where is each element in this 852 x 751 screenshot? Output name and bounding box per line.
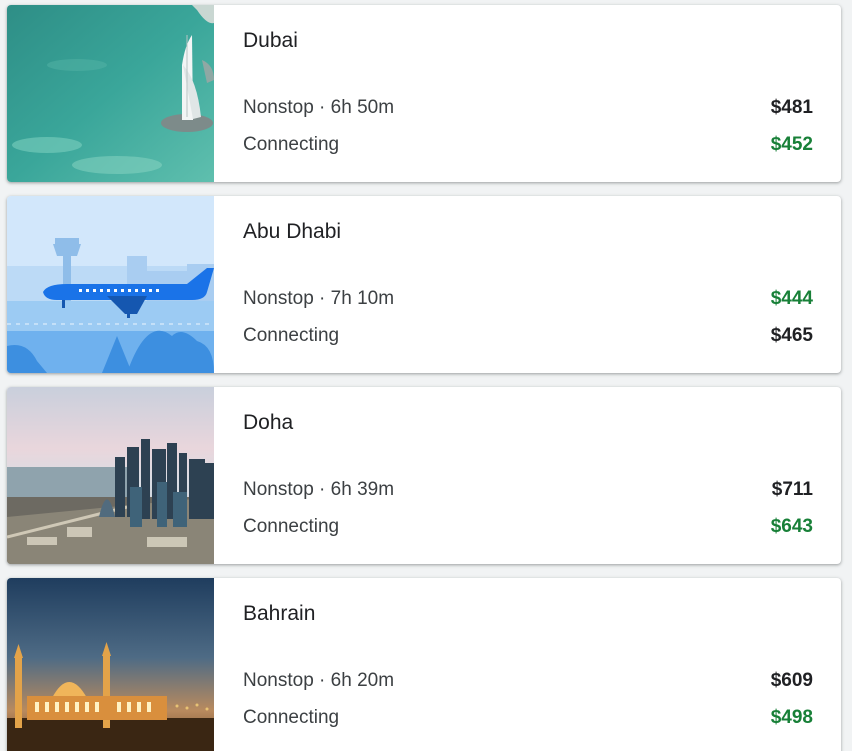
airplane-illustration: [7, 196, 214, 373]
connecting-row: Connecting $452: [243, 134, 813, 156]
destination-card-dubai[interactable]: Dubai Nonstop · 6h 50m $481 Connecting $…: [7, 5, 841, 182]
destination-card-doha[interactable]: Doha Nonstop · 6h 39m $711 Connecting $6…: [7, 387, 841, 564]
destination-name: Dubai: [243, 29, 298, 52]
connecting-row: Connecting $465: [243, 325, 813, 347]
doha-skyline-photo: [7, 387, 214, 564]
destination-list: Dubai Nonstop · 6h 50m $481 Connecting $…: [0, 0, 852, 751]
connecting-label: Connecting: [243, 707, 340, 728]
connecting-label: Connecting: [243, 325, 340, 346]
connecting-price: $498: [770, 707, 813, 728]
nonstop-label: Nonstop · 7h 10m: [243, 288, 395, 309]
connecting-label: Connecting: [243, 516, 340, 537]
destination-card-bahrain[interactable]: Bahrain Nonstop · 6h 20m $609 Connecting…: [7, 578, 841, 751]
nonstop-row: Nonstop · 6h 39m $711: [243, 479, 813, 501]
connecting-label: Connecting: [243, 134, 340, 155]
nonstop-row: Nonstop · 6h 20m $609: [243, 670, 813, 692]
burj-al-arab-photo: [7, 5, 214, 182]
nonstop-label: Nonstop · 6h 20m: [243, 670, 395, 691]
connecting-row: Connecting $643: [243, 516, 813, 538]
nonstop-row: Nonstop · 7h 10m $444: [243, 288, 813, 310]
connecting-price: $643: [770, 516, 813, 537]
nonstop-price: $609: [770, 670, 813, 691]
nonstop-price: $444: [770, 288, 813, 309]
nonstop-label: Nonstop · 6h 39m: [243, 479, 395, 500]
connecting-price: $452: [770, 134, 813, 155]
connecting-row: Connecting $498: [243, 707, 813, 729]
bahrain-mosque-photo: [7, 578, 214, 751]
nonstop-price: $481: [770, 97, 813, 118]
destination-card-abu-dhabi[interactable]: Abu Dhabi Nonstop · 7h 10m $444 Connecti…: [7, 196, 841, 373]
nonstop-label: Nonstop · 6h 50m: [243, 97, 395, 118]
connecting-price: $465: [770, 325, 813, 346]
nonstop-price: $711: [771, 479, 813, 500]
destination-name: Doha: [243, 411, 294, 434]
destination-name: Bahrain: [243, 602, 316, 625]
nonstop-row: Nonstop · 6h 50m $481: [243, 97, 813, 119]
destination-name: Abu Dhabi: [243, 220, 342, 243]
